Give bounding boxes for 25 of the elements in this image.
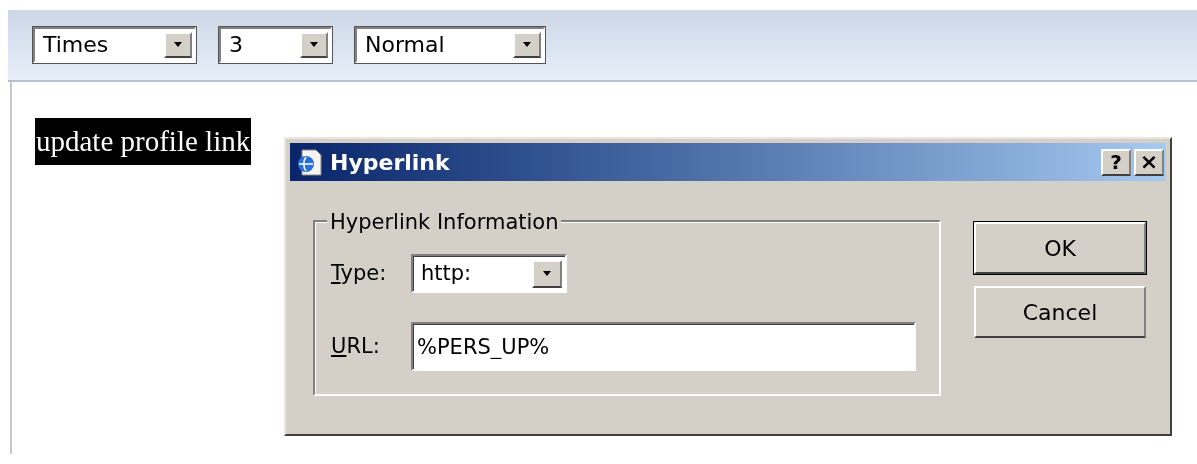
dropdown-value: 3: [229, 34, 243, 56]
caret-icon: [542, 270, 552, 277]
dialog-button[interactable]: Cancel: [974, 286, 1146, 338]
caret-icon: [522, 42, 532, 48]
dropdown-field[interactable]: Times: [33, 27, 196, 63]
caret-icon: [309, 42, 319, 48]
dropdown-field[interactable]: 3: [219, 27, 332, 63]
field-label: URL:: [331, 332, 381, 360]
dropdown-value: http:: [421, 259, 472, 287]
dialog-button[interactable]: OK: [974, 222, 1146, 274]
close-button[interactable]: ×: [1134, 148, 1164, 176]
dropdown-value: Normal: [365, 34, 445, 56]
caret-icon: [173, 42, 183, 48]
url-input[interactable]: %PERS_UP%: [411, 322, 916, 371]
help-button[interactable]: ?: [1101, 148, 1131, 176]
dropdown-value: Times: [43, 34, 109, 56]
selected-text: update profile link: [35, 118, 252, 165]
field-label: Type:: [331, 259, 388, 287]
type-dropdown[interactable]: http:: [411, 254, 567, 293]
dropdown-button[interactable]: [532, 259, 562, 288]
dropdown-field[interactable]: Normal: [355, 27, 545, 63]
window-title: Hyperlink: [330, 148, 451, 177]
dropdown-button[interactable]: [513, 32, 541, 58]
dropdown-button[interactable]: [164, 32, 192, 58]
dropdown-button[interactable]: [300, 32, 328, 58]
